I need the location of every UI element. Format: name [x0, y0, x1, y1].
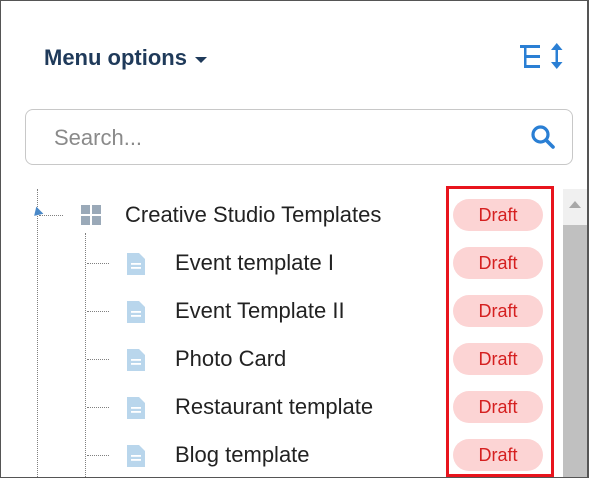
tree-node-restaurant-template[interactable]: Restaurant template Draft — [1, 383, 561, 431]
caret-down-icon — [194, 56, 207, 63]
expand-arrow-icon[interactable] — [30, 206, 44, 220]
tree-node-event-template-ii[interactable]: Event Template II Draft — [1, 287, 561, 335]
document-icon — [127, 349, 145, 371]
tree-node-label: Blog template — [175, 442, 310, 467]
menu-options-panel: Menu options Creati — [0, 0, 589, 478]
document-icon — [127, 445, 145, 467]
scrollbar-thumb[interactable] — [563, 225, 587, 477]
grid-icon — [81, 205, 101, 225]
tree-node-photo-card[interactable]: Photo Card Draft — [1, 335, 561, 383]
scroll-up-arrow-icon[interactable] — [569, 201, 581, 208]
tree-node-label: Creative Studio Templates — [125, 202, 382, 227]
search-input[interactable] — [52, 110, 516, 166]
status-badge: Draft — [453, 295, 543, 327]
tree-node-event-template-i[interactable]: Event template I Draft — [1, 239, 561, 287]
tree-node-label: Event template I — [175, 250, 334, 275]
menu-options-dropdown[interactable]: Menu options — [44, 45, 207, 71]
document-icon — [127, 253, 145, 275]
status-badge: Draft — [453, 343, 543, 375]
tree-node-blog-template[interactable]: Blog template Draft — [1, 431, 561, 477]
tree-node-label: Event Template II — [175, 298, 345, 323]
status-badge: Draft — [453, 199, 543, 231]
search-box — [25, 109, 573, 166]
status-badge: Draft — [453, 247, 543, 279]
document-icon — [127, 397, 145, 419]
search-icon[interactable] — [530, 124, 556, 150]
document-icon — [127, 301, 145, 323]
status-badge: Draft — [453, 391, 543, 423]
tree-node-creative-studio-templates[interactable]: Creative Studio Templates Draft — [1, 191, 561, 239]
vertical-scrollbar[interactable] — [563, 189, 587, 477]
tree-expand-collapse-icon[interactable] — [520, 41, 568, 73]
menu-tree: Creative Studio Templates Draft Event te… — [1, 187, 561, 477]
tree-node-label: Photo Card — [175, 346, 287, 371]
status-badge: Draft — [453, 439, 543, 471]
tree-node-label: Restaurant template — [175, 394, 374, 419]
menu-options-title: Menu options — [44, 45, 187, 70]
